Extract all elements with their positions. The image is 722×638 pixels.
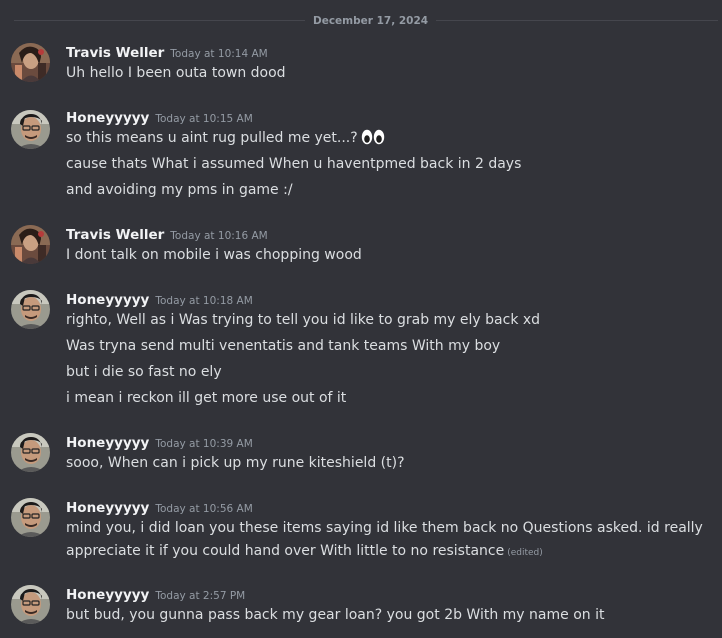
message-text: righto, Well as i Was trying to tell you…: [66, 312, 541, 328]
message-text: Was tryna send multi venentatis and tank…: [66, 338, 501, 354]
author-name[interactable]: Honeyyyyy: [66, 500, 149, 516]
message-text: i mean i reckon ill get more use out of …: [66, 390, 347, 406]
message-text-content: appreciate it if you could hand over Wit…: [66, 543, 505, 559]
message-header: Honeyyyyy Today at 10:39 AM: [66, 433, 253, 453]
message-text-content: so this means u aint rug pulled me yet..…: [66, 130, 358, 146]
message-header: Honeyyyyy Today at 10:15 AM: [66, 108, 253, 128]
message-timestamp: Today at 10:16 AM: [170, 230, 268, 242]
message-text: mind you, i did loan you these items say…: [66, 520, 703, 536]
date-divider: December 17, 2024: [0, 11, 722, 31]
date-divider-label: December 17, 2024: [305, 13, 437, 29]
message-text: appreciate it if you could hand over Wit…: [66, 541, 543, 563]
message-header: Honeyyyyy Today at 2:57 PM: [66, 585, 245, 605]
message-text: I dont talk on mobile i was chopping woo…: [66, 247, 362, 263]
message-text: but bud, you gunna pass back my gear loa…: [66, 607, 605, 623]
author-name[interactable]: Honeyyyyy: [66, 292, 149, 308]
user-avatar[interactable]: [11, 290, 50, 329]
user-avatar[interactable]: [11, 43, 50, 82]
user-avatar[interactable]: [11, 498, 50, 537]
message-timestamp: Today at 10:18 AM: [155, 295, 253, 307]
message-timestamp: Today at 10:15 AM: [155, 113, 253, 125]
edited-label: (edited): [507, 548, 543, 558]
author-name[interactable]: Travis Weller: [66, 45, 164, 61]
author-name[interactable]: Honeyyyyy: [66, 435, 149, 451]
message-timestamp: Today at 10:14 AM: [170, 48, 268, 60]
message-header: Travis Weller Today at 10:14 AM: [66, 43, 268, 63]
message-header: Travis Weller Today at 10:16 AM: [66, 225, 268, 245]
author-name[interactable]: Honeyyyyy: [66, 110, 149, 126]
message-text: Uh hello I been outa town dood: [66, 65, 286, 81]
author-name[interactable]: Travis Weller: [66, 227, 164, 243]
message-text: but i die so fast no ely: [66, 364, 222, 380]
user-avatar[interactable]: [11, 433, 50, 472]
user-avatar[interactable]: [11, 585, 50, 624]
message-header: Honeyyyyy Today at 10:18 AM: [66, 290, 253, 310]
author-name[interactable]: Honeyyyyy: [66, 587, 149, 603]
message-text: and avoiding my pms in game :/: [66, 182, 293, 198]
message-header: Honeyyyyy Today at 10:56 AM: [66, 498, 253, 518]
eyes-emoji-icon: [361, 128, 385, 152]
user-avatar[interactable]: [11, 225, 50, 264]
chat-view: December 17, 2024 Travis Weller Today at …: [0, 0, 722, 638]
message-text: so this means u aint rug pulled me yet..…: [66, 128, 385, 152]
message-timestamp: Today at 2:57 PM: [155, 590, 246, 602]
message-text: sooo, When can i pick up my rune kiteshi…: [66, 455, 405, 471]
message-timestamp: Today at 10:39 AM: [155, 438, 253, 450]
message-text: cause thats What i assumed When u havent…: [66, 156, 522, 172]
user-avatar[interactable]: [11, 110, 50, 149]
message-timestamp: Today at 10:56 AM: [155, 503, 253, 515]
